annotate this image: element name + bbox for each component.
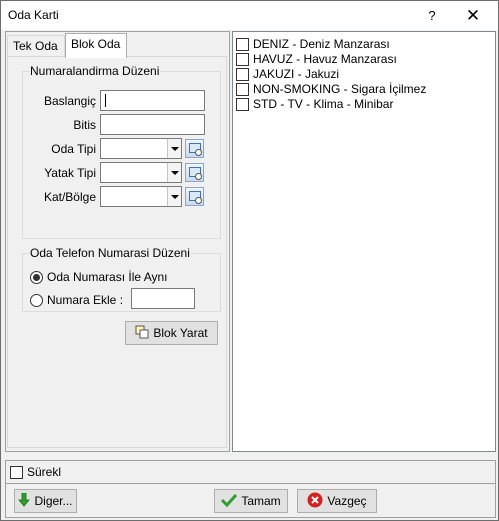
floor-select[interactable] <box>100 186 182 207</box>
phone-numbering-group: Oda Telefon Numarasi Düzeni Oda Numarası… <box>22 246 221 312</box>
checkbox[interactable] <box>236 82 249 96</box>
checkbox[interactable] <box>236 37 249 51</box>
checkbox[interactable] <box>236 52 249 66</box>
room-type-label: Oda Tipi <box>51 142 96 156</box>
blok-oda-tab-content: Numaralandirma Düzeni Baslangiç Bitis Od… <box>7 56 227 448</box>
help-button[interactable]: ? <box>412 1 452 30</box>
arrow-down-icon <box>18 492 31 509</box>
continuous-checkbox[interactable]: Sürekl <box>10 464 61 480</box>
end-input[interactable] <box>100 114 205 135</box>
text-caret <box>105 94 106 107</box>
checkbox[interactable] <box>236 67 249 81</box>
bed-type-lookup-icon[interactable] <box>185 163 204 182</box>
radio-add-number[interactable]: Numara Ekle : <box>30 293 123 307</box>
room-features-list: DENIZ - Deniz Manzarası HAVUZ - Havuz Ma… <box>232 31 496 452</box>
cancel-icon <box>307 492 323 510</box>
other-label: Diger... <box>34 494 73 508</box>
create-block-button[interactable]: Blok Yarat <box>125 321 218 345</box>
bed-type-select[interactable] <box>100 162 182 183</box>
start-input[interactable] <box>100 90 205 111</box>
list-item[interactable]: STD - TV - Klima - Minibar <box>236 96 393 112</box>
tab-label: Tek Oda <box>13 39 58 53</box>
radio-same-as-room[interactable]: Oda Numarası İle Aynı <box>30 270 168 284</box>
list-item[interactable]: NON-SMOKING - Sigara İçilmez <box>236 81 426 97</box>
tab-tek-oda[interactable]: Tek Oda <box>7 35 65 57</box>
create-block-icon <box>135 325 149 341</box>
cancel-button[interactable]: Vazgeç <box>297 489 377 513</box>
tab-label: Blok Oda <box>71 37 121 51</box>
radio-label: Oda Numarası İle Aynı <box>47 270 168 284</box>
floor-label: Kat/Bölge <box>43 190 96 204</box>
room-type-lookup-icon[interactable] <box>185 139 204 158</box>
title-bar: Oda Karti ? ✕ <box>1 1 498 30</box>
radio-label: Numara Ekle : <box>47 293 124 307</box>
checkbox[interactable] <box>236 97 249 111</box>
oda-karti-dialog: Oda Karti ? ✕ Tek Oda Blok Oda Numaralan… <box>0 0 499 521</box>
start-label: Baslangiç <box>43 94 96 108</box>
list-item-label: STD - TV - Klima - Minibar <box>253 97 394 111</box>
radio-button[interactable] <box>30 293 43 307</box>
chevron-down-icon[interactable] <box>167 163 181 182</box>
ok-button[interactable]: Tamam <box>214 489 288 513</box>
window-title: Oda Karti <box>8 8 59 22</box>
bed-type-label: Yatak Tipi <box>44 166 96 180</box>
create-block-label: Blok Yarat <box>153 326 208 340</box>
group-title: Numaralandirma Düzeni <box>29 64 161 78</box>
list-item-label: JAKUZI - Jakuzi <box>253 67 340 81</box>
list-item[interactable]: JAKUZI - Jakuzi <box>236 66 339 82</box>
other-button[interactable]: Diger... <box>14 489 77 513</box>
numbering-group: Numaralandirma Düzeni Baslangiç Bitis Od… <box>22 64 221 239</box>
end-label: Bitis <box>73 118 96 132</box>
bottom-bar: Sürekl Diger... Tamam Vazgeç <box>5 460 496 518</box>
cancel-label: Vazgeç <box>327 494 367 508</box>
list-item[interactable]: DENIZ - Deniz Manzarası <box>236 36 390 52</box>
list-item-label: DENIZ - Deniz Manzarası <box>253 37 390 51</box>
group-title: Oda Telefon Numarasi Düzeni <box>29 246 191 260</box>
tab-blok-oda[interactable]: Blok Oda <box>65 33 127 58</box>
divider <box>6 483 495 484</box>
continuous-label: Sürekl <box>27 465 62 479</box>
checkbox[interactable] <box>10 465 23 479</box>
ok-label: Tamam <box>241 494 281 508</box>
floor-lookup-icon[interactable] <box>185 187 204 206</box>
list-item-label: NON-SMOKING - Sigara İçilmez <box>253 82 427 96</box>
list-item[interactable]: HAVUZ - Havuz Manzarası <box>236 51 397 67</box>
radio-button[interactable] <box>30 270 43 284</box>
checkmark-icon <box>221 493 238 509</box>
add-number-input[interactable] <box>131 288 195 309</box>
chevron-down-icon[interactable] <box>167 187 181 206</box>
room-type-select[interactable] <box>100 138 182 159</box>
close-button[interactable]: ✕ <box>453 1 493 30</box>
list-item-label: HAVUZ - Havuz Manzarası <box>253 52 397 66</box>
chevron-down-icon[interactable] <box>167 139 181 158</box>
